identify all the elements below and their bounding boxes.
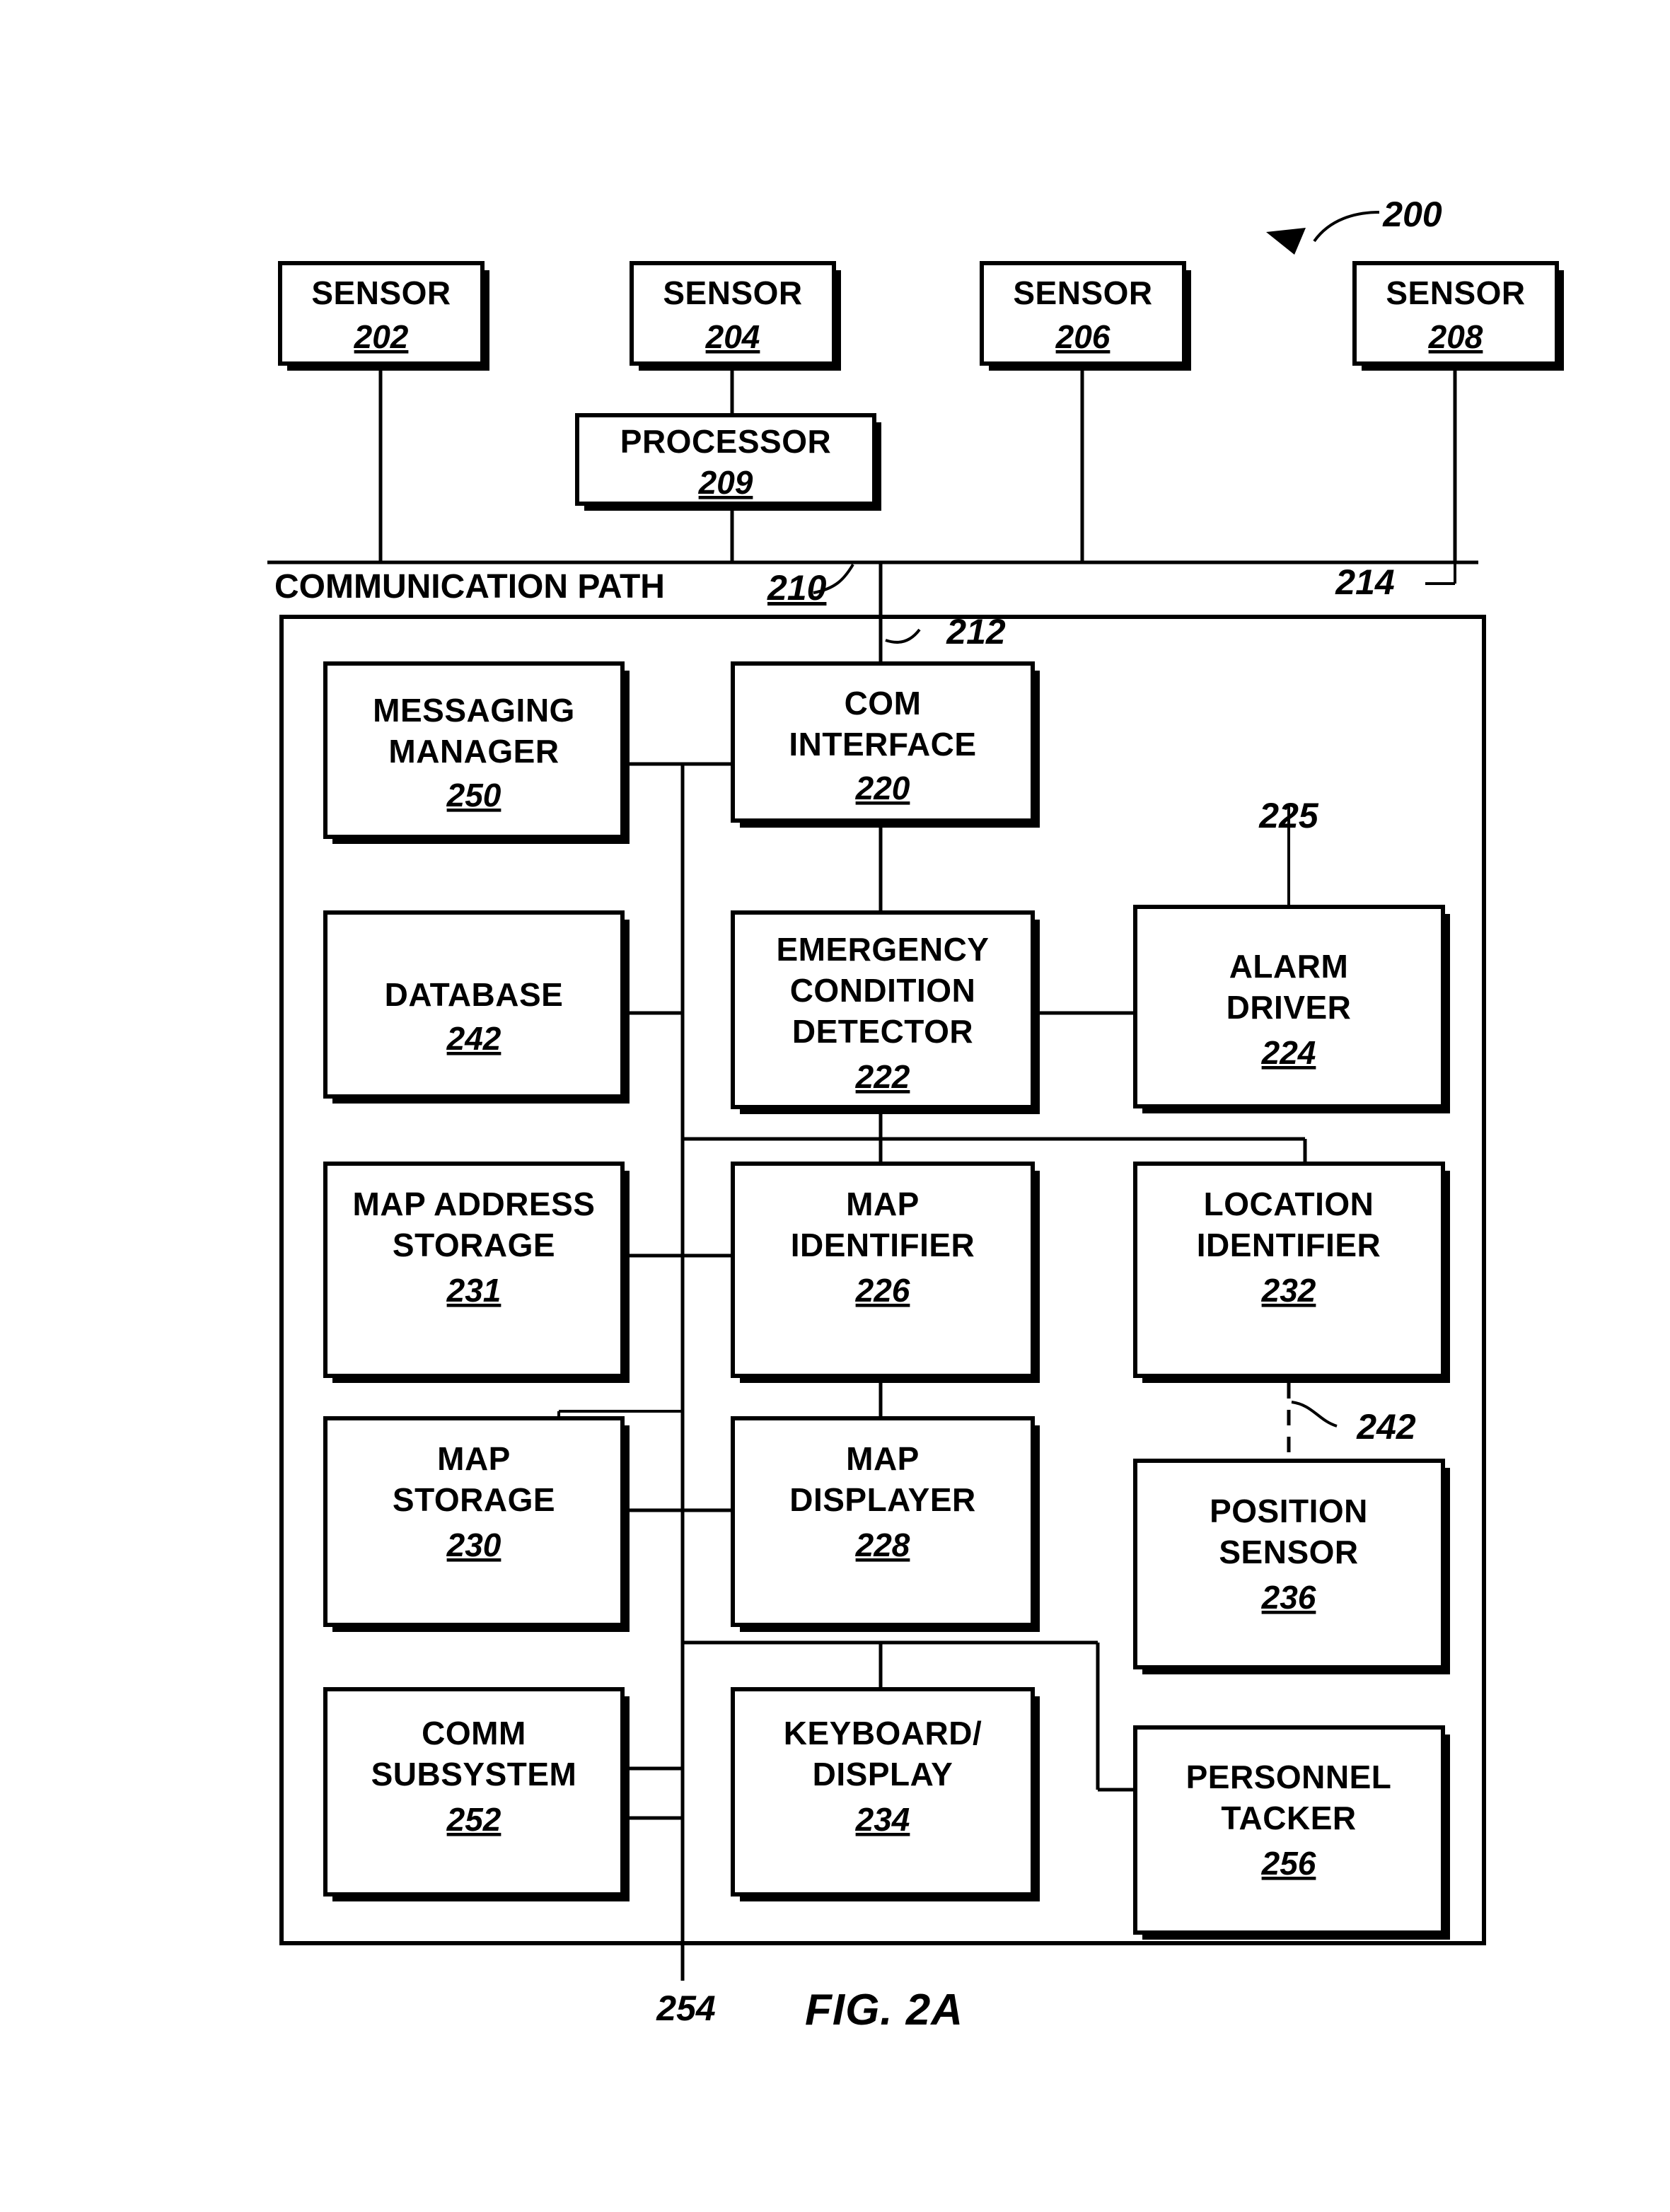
- keyboard-display-line2: DISPLAY: [813, 1756, 953, 1793]
- processor-number: 209: [698, 464, 753, 501]
- sensor-202-label: SENSOR: [311, 274, 451, 311]
- map-identifier-line2: IDENTIFIER: [791, 1227, 975, 1263]
- sensor-208-number: 208: [1428, 318, 1483, 355]
- block-position-sensor: POSITION SENSOR 236: [1133, 1459, 1450, 1674]
- map-displayer-number: 228: [855, 1527, 910, 1563]
- ref-number-214: 214: [1335, 562, 1394, 602]
- location-identifier-line1: LOCATION: [1204, 1186, 1374, 1222]
- sensor-202-number: 202: [354, 318, 409, 355]
- map-address-storage-line1: MAP ADDRESS: [353, 1186, 596, 1222]
- map-storage-line2: STORAGE: [393, 1481, 555, 1518]
- communication-path-label: COMMUNICATION PATH: [274, 568, 665, 606]
- block-com-interface: COM INTERFACE 220: [731, 661, 1040, 828]
- block-location-identifier: LOCATION IDENTIFIER 232: [1133, 1162, 1450, 1383]
- ref-number-254: 254: [656, 1988, 715, 2028]
- sensor-204-number: 204: [705, 318, 760, 355]
- callout-214: 214: [1335, 562, 1456, 602]
- block-map-displayer: MAP DISPLAYER 228: [731, 1416, 1040, 1632]
- leader-242: [1291, 1401, 1338, 1428]
- communication-path-number: 210: [767, 568, 827, 608]
- map-address-storage-line2: STORAGE: [393, 1227, 555, 1263]
- sensor-204-label: SENSOR: [663, 274, 802, 311]
- map-identifier-number: 226: [855, 1272, 910, 1309]
- sensor-box-206: SENSOR 206: [980, 261, 1191, 371]
- ref-number-225: 225: [1258, 796, 1319, 835]
- personnel-tacker-line1: PERSONNEL: [1186, 1759, 1392, 1795]
- detector-line2: CONDITION: [790, 972, 976, 1009]
- alarm-driver-line1: ALARM: [1229, 948, 1349, 985]
- leader-212: [885, 628, 921, 644]
- block-map-identifier: MAP IDENTIFIER 226: [731, 1162, 1040, 1383]
- position-sensor-number: 236: [1261, 1579, 1316, 1616]
- map-displayer-line2: DISPLAYER: [789, 1481, 976, 1518]
- ref-number-212: 212: [946, 612, 1006, 652]
- comm-subsystem-line1: COMM: [422, 1715, 526, 1751]
- messaging-manager-line2: MANAGER: [388, 733, 559, 770]
- callout-242: 242: [1291, 1401, 1416, 1447]
- messaging-manager-line1: MESSAGING: [373, 692, 575, 729]
- comm-subsystem-line2: SUBSYSTEM: [371, 1756, 577, 1793]
- personnel-tacker-line2: TACKER: [1221, 1800, 1356, 1836]
- map-address-storage-number: 231: [446, 1272, 501, 1309]
- block-map-address-storage: MAP ADDRESS STORAGE 231: [323, 1162, 630, 1383]
- com-interface-number: 220: [855, 770, 910, 806]
- block-keyboard-display: KEYBOARD/ DISPLAY 234: [731, 1687, 1040, 1901]
- position-sensor-line2: SENSOR: [1219, 1534, 1358, 1570]
- sensor-208-label: SENSOR: [1386, 274, 1525, 311]
- messaging-manager-number: 250: [446, 777, 501, 813]
- sensor-206-number: 206: [1055, 318, 1111, 355]
- block-emergency-condition-detector: EMERGENCY CONDITION DETECTOR 222: [731, 910, 1040, 1114]
- processor-label: PROCESSOR: [620, 423, 831, 460]
- detector-number: 222: [855, 1058, 910, 1095]
- map-storage-number: 230: [446, 1527, 501, 1563]
- block-personnel-tacker: PERSONNEL TACKER 256: [1133, 1725, 1450, 1940]
- sensor-box-202: SENSOR 202: [278, 261, 489, 371]
- com-interface-line2: INTERFACE: [789, 726, 976, 763]
- database-line1: DATABASE: [385, 976, 564, 1013]
- database-number: 242: [446, 1020, 501, 1057]
- block-messaging-manager: MESSAGING MANAGER 250: [323, 661, 630, 844]
- block-database: DATABASE 242: [323, 910, 630, 1104]
- processor-box-209: PROCESSOR 209: [575, 413, 881, 511]
- figure-caption: FIG. 2A: [805, 1986, 963, 2034]
- patent-figure-2a: SENSOR 202 SENSOR 204 SENSOR 206 SENSOR …: [0, 0, 1670, 2212]
- location-identifier-line2: IDENTIFIER: [1197, 1227, 1381, 1263]
- comm-subsystem-number: 252: [446, 1801, 501, 1838]
- map-displayer-line1: MAP: [846, 1440, 920, 1477]
- system-callout-200: 200: [1266, 195, 1442, 255]
- personnel-tacker-number: 256: [1261, 1845, 1316, 1882]
- alarm-driver-line2: DRIVER: [1227, 989, 1352, 1026]
- block-diagram-canvas: SENSOR 202 SENSOR 204 SENSOR 206 SENSOR …: [267, 195, 1564, 2034]
- detector-line3: DETECTOR: [792, 1013, 973, 1050]
- keyboard-display-number: 234: [855, 1801, 910, 1838]
- map-storage-line1: MAP: [437, 1440, 511, 1477]
- leader-arrow-200: [1313, 211, 1380, 243]
- arrowhead-200: [1266, 228, 1306, 255]
- position-sensor-line1: POSITION: [1210, 1493, 1368, 1529]
- alarm-driver-number: 224: [1261, 1034, 1316, 1071]
- block-map-storage: MAP STORAGE 230: [323, 1416, 630, 1632]
- ref-number-242: 242: [1356, 1407, 1416, 1447]
- map-identifier-line1: MAP: [846, 1186, 920, 1222]
- location-identifier-number: 232: [1261, 1272, 1316, 1309]
- keyboard-display-line1: KEYBOARD/: [784, 1715, 982, 1751]
- communication-path-annotation: COMMUNICATION PATH 210: [274, 563, 854, 608]
- sensor-box-208: SENSOR 208: [1352, 261, 1564, 371]
- block-comm-subsystem: COMM SUBSYSTEM 252: [323, 1687, 630, 1901]
- sensor-206-label: SENSOR: [1013, 274, 1152, 311]
- ref-number-200: 200: [1382, 195, 1442, 234]
- sensor-box-204: SENSOR 204: [630, 261, 841, 371]
- connector-group-top: [267, 368, 1478, 664]
- block-alarm-driver: ALARM DRIVER 224: [1133, 905, 1450, 1113]
- com-interface-line1: COM: [845, 685, 922, 722]
- detector-line1: EMERGENCY: [777, 931, 990, 968]
